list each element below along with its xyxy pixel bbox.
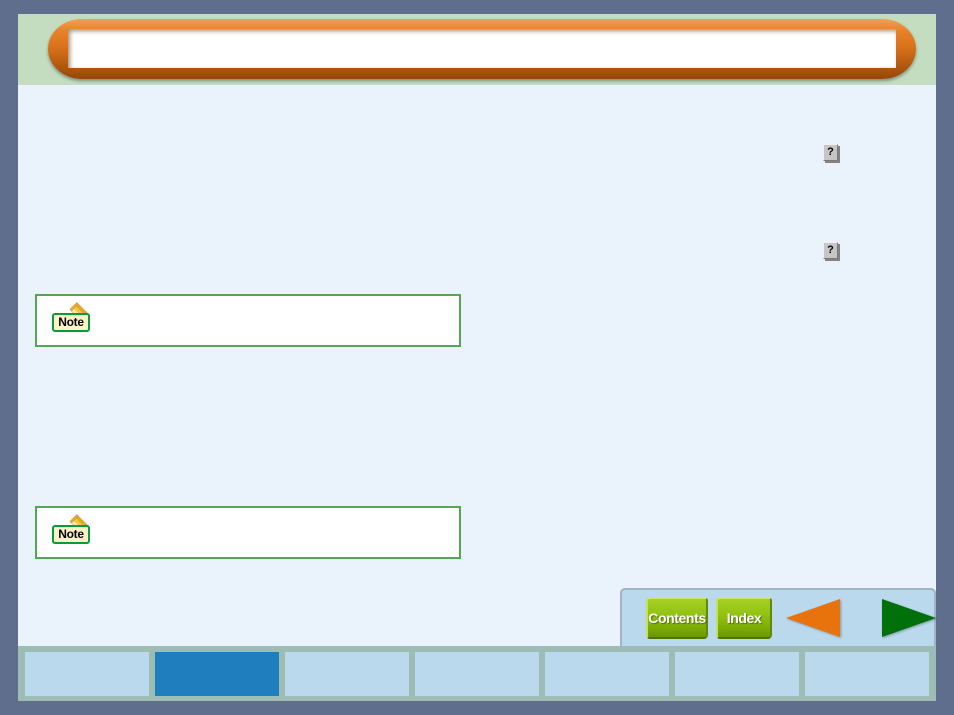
tab-5[interactable] <box>545 651 669 696</box>
tab-4[interactable] <box>415 651 539 696</box>
index-button[interactable]: Index <box>716 597 772 639</box>
help-question-icon-top[interactable]: ? <box>823 144 838 161</box>
title-inner-panel <box>68 29 896 68</box>
note-badge: Note <box>52 514 92 544</box>
triangle-right-icon[interactable] <box>882 599 936 637</box>
note-box: Note <box>35 294 461 347</box>
note-badge-label: Note <box>52 313 90 332</box>
contents-button[interactable]: Contents <box>646 597 708 639</box>
triangle-left-icon[interactable] <box>786 599 840 637</box>
tab-6[interactable] <box>675 651 799 696</box>
header-band <box>18 14 936 85</box>
tab-2[interactable] <box>155 651 279 696</box>
note-box: Note <box>35 506 461 559</box>
help-question-icon-middle[interactable]: ? <box>823 242 838 259</box>
note-badge: Note <box>52 302 92 332</box>
content-area: ? ? Note Note Contents Index <box>18 85 936 646</box>
tab-3[interactable] <box>285 651 409 696</box>
title-banner <box>48 19 916 79</box>
navigation-panel: Contents Index <box>620 588 936 646</box>
tab-1[interactable] <box>25 651 149 696</box>
bottom-tab-strip <box>18 646 936 701</box>
tab-7[interactable] <box>805 651 929 696</box>
page-title <box>68 29 896 43</box>
note-badge-label: Note <box>52 525 90 544</box>
